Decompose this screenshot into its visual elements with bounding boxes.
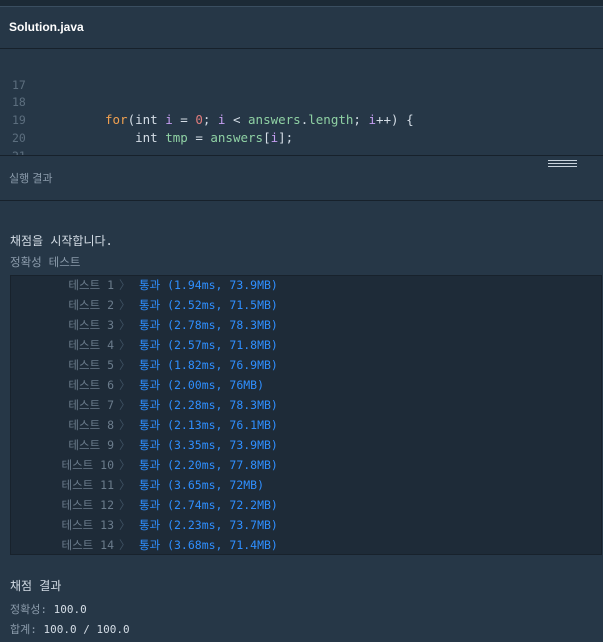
test-label: 테스트 4 xyxy=(68,338,114,352)
code-line-18: 18 for(int i = 0; i < answers.length; i+… xyxy=(0,77,414,127)
test-pass-result: 통과 (2.74ms, 72.2MB) xyxy=(139,498,278,512)
code-line-21: 21 if(tmp == first[firstLeng]) firstCnt+… xyxy=(0,131,30,155)
test-label: 테스트 7 xyxy=(68,398,114,412)
test-pass-result: 통과 (2.57ms, 71.8MB) xyxy=(139,338,278,352)
test-result-row: 테스트 9 〉 통과 (3.35ms, 73.9MB) xyxy=(11,435,601,455)
test-pass-result: 통과 (2.00ms, 76MB) xyxy=(139,378,265,392)
code-text: int tmp = answers[i]; xyxy=(135,130,294,145)
test-pass-result: 통과 (1.94ms, 73.9MB) xyxy=(139,278,278,292)
file-tab-solution-java[interactable]: Solution.java xyxy=(9,20,84,34)
resize-handle-icon[interactable] xyxy=(548,160,577,168)
test-label: 테스트 5 xyxy=(68,358,114,372)
grading-start-message: 채점을 시작합니다. xyxy=(10,234,113,248)
chevron-right-icon: 〉 xyxy=(119,298,131,312)
test-results-box: 테스트 1 〉 통과 (1.94ms, 73.9MB) 테스트 2 〉 통과 (2.52m… xyxy=(10,275,602,555)
code-line-20: 20 xyxy=(0,113,30,145)
top-strip xyxy=(0,0,603,7)
chevron-right-icon: 〉 xyxy=(119,378,131,392)
test-pass-result: 통과 (3.68ms, 71.4MB) xyxy=(139,538,278,552)
chevron-right-icon: 〉 xyxy=(119,418,131,432)
chevron-right-icon: 〉 xyxy=(119,278,131,292)
chevron-right-icon: 〉 xyxy=(119,438,131,452)
chevron-right-icon: 〉 xyxy=(119,398,131,412)
test-pass-result: 통과 (2.13ms, 76.1MB) xyxy=(139,418,278,432)
test-label: 테스트 11 xyxy=(61,478,114,492)
test-pass-result: 통과 (2.20ms, 77.8MB) xyxy=(139,458,278,472)
test-result-row: 테스트 11 〉 통과 (3.65ms, 72MB) xyxy=(11,475,601,495)
accuracy-score: 정확성: 100.0 xyxy=(10,601,87,617)
test-label: 테스트 6 xyxy=(68,378,114,392)
test-result-row: 테스트 13 〉 통과 (2.23ms, 73.7MB) xyxy=(11,515,601,535)
result-panel-header: 실행 결과 xyxy=(0,155,603,201)
total-score-value: 100.0 / 100.0 xyxy=(43,623,130,636)
test-pass-result: 통과 (2.78ms, 78.3MB) xyxy=(139,318,278,332)
result-panel-title: 실행 결과 xyxy=(9,173,53,185)
test-label: 테스트 9 xyxy=(68,438,114,452)
code-line-19: 19 int tmp = answers[i]; xyxy=(0,95,293,145)
test-pass-result: 통과 (2.23ms, 73.7MB) xyxy=(139,518,278,532)
chevron-right-icon: 〉 xyxy=(119,358,131,372)
code-text: for(int i = 0; i < answers.length; i++) … xyxy=(105,112,414,127)
test-label: 테스트 8 xyxy=(68,418,114,432)
test-label: 테스트 12 xyxy=(61,498,114,512)
test-label: 테스트 13 xyxy=(61,518,114,532)
chevron-right-icon: 〉 xyxy=(119,338,131,352)
test-result-row: 테스트 8 〉 통과 (2.13ms, 76.1MB) xyxy=(11,415,601,435)
output-panel: 채점을 시작합니다. 정확성 테스트 테스트 1 〉 통과 (1.94ms, 73.… xyxy=(0,200,603,642)
test-result-row: 테스트 10 〉 통과 (2.20ms, 77.8MB) xyxy=(11,455,601,475)
accuracy-score-label: 정확성: xyxy=(10,603,47,616)
chevron-right-icon: 〉 xyxy=(119,518,131,532)
test-result-row: 테스트 3 〉 통과 (2.78ms, 78.3MB) xyxy=(11,315,601,335)
test-label: 테스트 2 xyxy=(68,298,114,312)
chevron-right-icon: 〉 xyxy=(119,538,131,552)
total-score-label: 합계: xyxy=(10,623,37,636)
accuracy-score-value: 100.0 xyxy=(53,603,87,616)
chevron-right-icon: 〉 xyxy=(119,498,131,512)
test-label: 테스트 10 xyxy=(61,458,114,472)
test-result-row: 테스트 14 〉 통과 (3.68ms, 71.4MB) xyxy=(11,535,601,555)
test-pass-result: 통과 (2.28ms, 78.3MB) xyxy=(139,398,278,412)
test-result-row: 테스트 1 〉 통과 (1.94ms, 73.9MB) xyxy=(11,275,601,295)
accuracy-test-section-title: 정확성 테스트 xyxy=(10,255,81,269)
code-editor[interactable]: 17 18 for(int i = 0; i < answers.length;… xyxy=(0,49,603,155)
chevron-right-icon: 〉 xyxy=(119,458,131,472)
total-score: 합계: 100.0 / 100.0 xyxy=(10,621,130,637)
chevron-right-icon: 〉 xyxy=(119,478,131,492)
test-result-row: 테스트 12 〉 통과 (2.74ms, 72.2MB) xyxy=(11,495,601,515)
test-label: 테스트 1 xyxy=(68,278,114,292)
code-line-17: 17 xyxy=(0,60,30,92)
test-pass-result: 통과 (3.65ms, 72MB) xyxy=(139,478,265,492)
test-result-row: 테스트 5 〉 통과 (1.82ms, 76.9MB) xyxy=(11,355,601,375)
chevron-right-icon: 〉 xyxy=(119,318,131,332)
test-label: 테스트 14 xyxy=(61,538,114,552)
test-pass-result: 통과 (2.52ms, 71.5MB) xyxy=(139,298,278,312)
test-result-row: 테스트 7 〉 통과 (2.28ms, 78.3MB) xyxy=(11,395,601,415)
test-result-row: 테스트 2 〉 통과 (2.52ms, 71.5MB) xyxy=(11,295,601,315)
test-result-row: 테스트 6 〉 통과 (2.00ms, 76MB) xyxy=(11,375,601,395)
test-result-row: 테스트 4 〉 통과 (2.57ms, 71.8MB) xyxy=(11,335,601,355)
test-label: 테스트 3 xyxy=(68,318,114,332)
editor-tab-bar: Solution.java xyxy=(0,7,603,49)
grading-result-title: 채점 결과 xyxy=(10,579,62,593)
test-pass-result: 통과 (1.82ms, 76.9MB) xyxy=(139,358,278,372)
test-pass-result: 통과 (3.35ms, 73.9MB) xyxy=(139,438,278,452)
